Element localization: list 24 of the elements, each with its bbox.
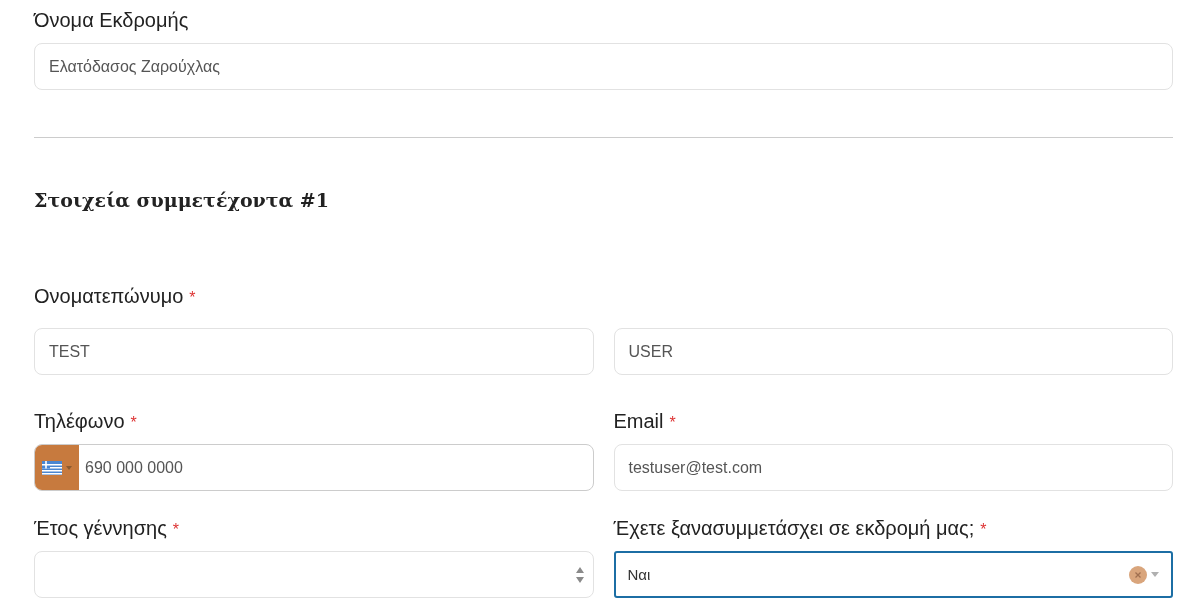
field-label: Έτος γέννησης — [34, 516, 167, 540]
required-mark: * — [130, 414, 137, 432]
field-label: Έχετε ξανασυμμετάσχει σε εκδρομή μας; — [613, 516, 975, 540]
required-mark: * — [980, 521, 987, 539]
flag-icon — [42, 460, 62, 475]
field-label: Email — [613, 409, 664, 433]
number-field[interactable] — [34, 551, 594, 598]
text-field[interactable]: USER — [613, 328, 1173, 375]
field-label: Όνομα Εκδρομής — [34, 8, 189, 32]
select-field[interactable]: Ναι — [613, 551, 1173, 598]
required-mark: * — [189, 289, 196, 307]
caret-icon — [1151, 572, 1159, 577]
field-label: Ονοματεπώνυμο — [34, 284, 184, 308]
text-field[interactable]: testuser@test.com — [613, 444, 1173, 491]
phone-field[interactable]: 690 000 0000 — [34, 444, 594, 491]
text-field[interactable]: TEST — [34, 328, 594, 375]
text-field[interactable]: Ελατόδασος Ζαρούχλας — [34, 43, 1173, 90]
clear-icon[interactable] — [1129, 565, 1147, 584]
field-label: Τηλέφωνο — [34, 409, 125, 433]
country-select[interactable] — [35, 445, 79, 490]
section-heading: Στοιχεία συμμετέχοντα #1 — [34, 188, 330, 212]
required-mark: * — [669, 414, 676, 432]
caret-icon — [66, 465, 72, 470]
required-mark: * — [172, 521, 179, 539]
